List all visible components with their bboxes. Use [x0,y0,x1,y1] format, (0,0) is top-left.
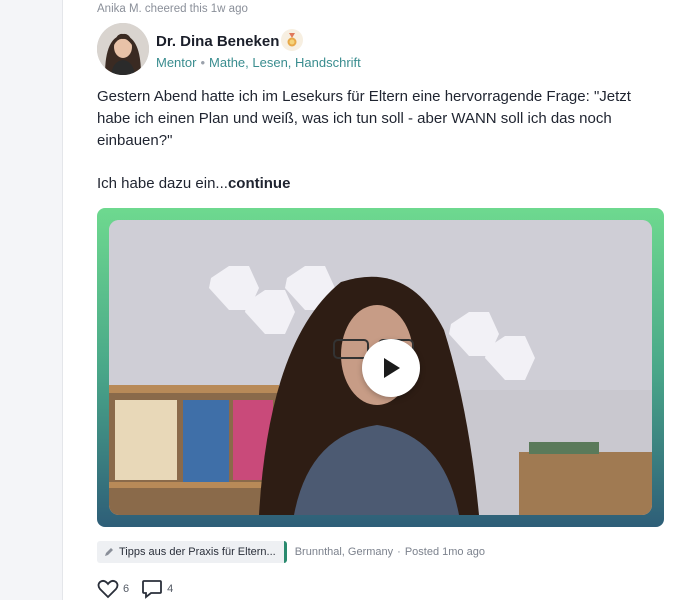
post-paragraph-2: Ich habe dazu ein... [97,175,228,192]
post-location: Brunnthal, Germany [294,546,394,558]
video-thumbnail[interactable] [109,220,652,515]
meta-separator: · [397,546,401,558]
continue-link[interactable]: continue [228,175,291,192]
comment-button[interactable]: 4 [141,579,173,599]
post-footer: Tipps aus der Praxis für Eltern... Brunn… [97,541,485,563]
pencil-icon [105,548,113,556]
medal-icon [281,29,303,51]
heart-icon [97,579,119,599]
author-role: Mentor [156,55,197,70]
post-excerpt: Ich habe dazu ein...continue [97,173,290,195]
category-chip[interactable]: Tipps aus der Praxis für Eltern... [97,541,287,563]
play-button[interactable] [362,339,420,397]
left-rail [0,0,62,600]
post-paragraph: Gestern Abend hatte ich im Lesekurs für … [97,88,631,149]
post-time: Posted 1mo ago [404,546,485,558]
author-avatar[interactable] [97,23,149,75]
author-name[interactable]: Dr. Dina Beneken [156,33,279,50]
video-frame [97,208,664,527]
category-label: Tipps aus der Praxis für Eltern... [119,546,276,558]
footer-meta: Brunnthal, Germany · Posted 1mo ago [295,546,485,558]
post-body: Gestern Abend hatte ich im Lesekurs für … [97,86,657,152]
author-meta: Mentor • Mathe, Lesen, Handschrift [156,55,361,70]
like-button[interactable]: 6 [97,579,129,599]
like-count: 6 [123,583,130,595]
play-icon [384,358,400,378]
comment-count: 4 [167,583,174,595]
author-topics: Mathe, Lesen, Handschrift [209,55,361,70]
meta-separator: • [200,55,206,70]
reactions-bar: 6 4 [97,579,185,599]
activity-line: Anika M. cheered this 1w ago [97,3,248,15]
comment-icon [142,580,163,599]
